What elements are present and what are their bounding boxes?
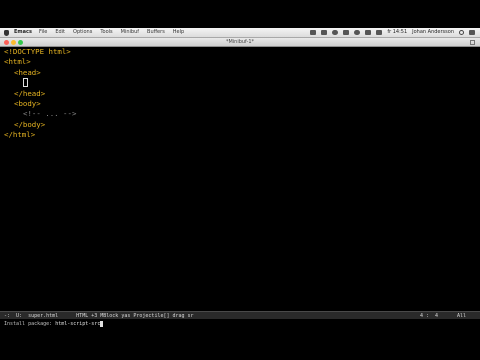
status-tray: fr 14:51 Johan Andersson	[310, 30, 475, 35]
menu-file[interactable]: File	[39, 30, 47, 35]
menu-app-name[interactable]: Emacs	[14, 30, 32, 35]
mode-line[interactable]: -: U: super.html HTML +3 MBlock yas Proj…	[0, 311, 480, 319]
time-machine-icon[interactable]	[332, 30, 339, 35]
bluetooth-icon[interactable]	[343, 30, 350, 35]
menu-user[interactable]: Johan Andersson	[412, 30, 454, 35]
menu-options[interactable]: Options	[73, 30, 92, 35]
letterbox-top	[0, 0, 480, 28]
html-close-tag: </html>	[4, 130, 36, 140]
code-line-7: <!-- ... -->	[23, 109, 76, 119]
menu-tools[interactable]: Tools	[100, 30, 112, 35]
modeline-status: -: U:	[4, 312, 23, 319]
menu-clock[interactable]: fr 14:51	[387, 30, 407, 35]
fullscreen-icon[interactable]	[470, 40, 475, 45]
screen: Emacs File Edit Options Tools Minibuf Bu…	[0, 0, 480, 360]
minibuffer-cursor	[100, 321, 104, 327]
html-open-tag: <html>	[4, 57, 31, 67]
letterbox-bottom	[0, 332, 480, 360]
minibuffer-prompt: Install package:	[4, 321, 56, 327]
menu-help[interactable]: Help	[173, 30, 184, 35]
doctype-tag: <!DOCTYPE html>	[4, 47, 71, 56]
modeline-scope: All	[456, 312, 466, 319]
code-line-1: <!DOCTYPE html>	[4, 47, 71, 57]
volume-icon[interactable]	[365, 30, 372, 35]
wifi-icon[interactable]	[354, 30, 361, 35]
modeline-position: 4 : 4	[419, 312, 438, 319]
menu-edit[interactable]: Edit	[55, 30, 65, 35]
head-close-tag: </head>	[14, 88, 46, 98]
menu-buffers[interactable]: Buffers	[147, 30, 165, 35]
apple-icon[interactable]	[4, 29, 9, 36]
minibuffer[interactable]: Install package: html-script-src	[0, 319, 480, 329]
code-line-6: <body>	[14, 99, 41, 109]
code-line-9: </html>	[4, 130, 35, 140]
body-close-tag: </body>	[14, 119, 46, 129]
notification-center-icon[interactable]	[469, 30, 475, 35]
code-line-2: <html>	[4, 57, 31, 67]
body-open-tag: <body>	[14, 99, 41, 108]
window-title-bar[interactable]: *Minibuf-1*	[0, 38, 480, 47]
tray-dropbox-icon[interactable]	[321, 30, 328, 35]
code-line-8: </body>	[14, 120, 45, 130]
modeline-filename[interactable]: super.html	[28, 313, 58, 319]
window-title: *Minibuf-1*	[225, 39, 255, 45]
menu-bar: Emacs File Edit Options Tools Minibuf Bu…	[0, 28, 480, 38]
html-comment: <!-- ... -->	[23, 109, 77, 119]
tray-app-icon[interactable]	[310, 30, 317, 35]
spotlight-icon[interactable]	[459, 30, 464, 35]
code-line-5: </head>	[14, 89, 45, 99]
text-cursor	[23, 78, 28, 88]
code-line-3: <head>	[14, 68, 41, 78]
head-open-tag: <head>	[14, 67, 41, 77]
editor-buffer[interactable]: <!DOCTYPE html> <html> <head> </head> <b…	[0, 47, 480, 311]
battery-icon[interactable]	[376, 30, 383, 35]
modeline-modes[interactable]: HTML +3 MBlock yas Projectile[] drag sr	[76, 313, 193, 319]
minibuffer-input[interactable]: html-script-src	[55, 321, 100, 327]
menu-minibuf[interactable]: Minibuf	[121, 30, 139, 35]
